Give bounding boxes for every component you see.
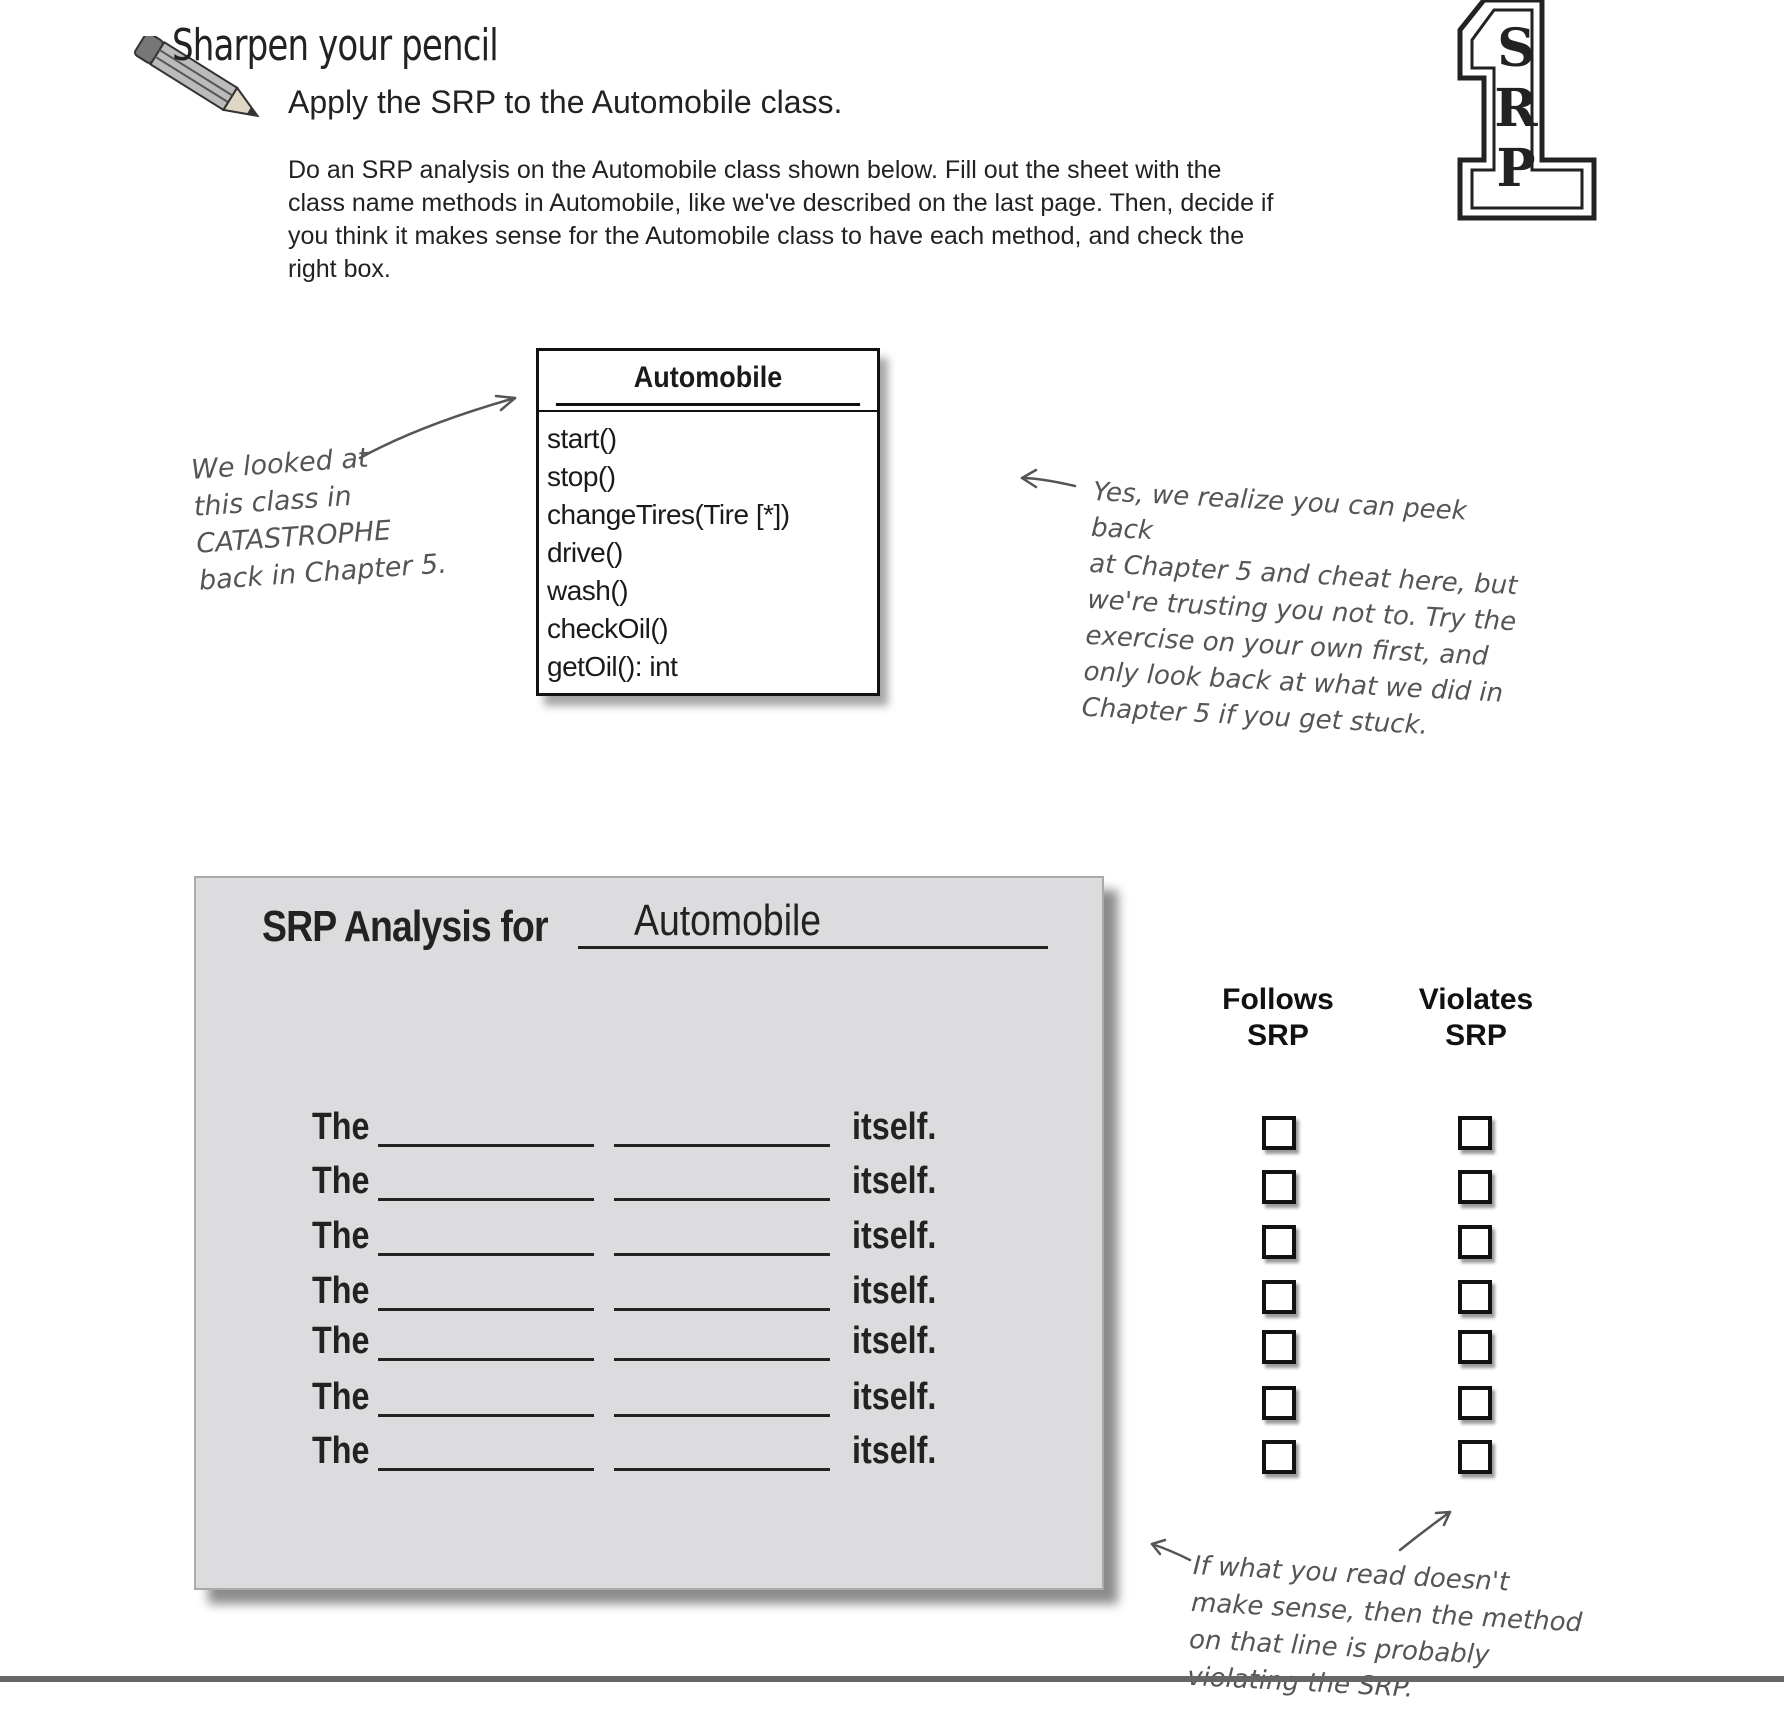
analysis-row: The itself. — [312, 1215, 952, 1263]
uml-method: getOil(): int — [547, 651, 678, 682]
analysis-row: The itself. — [312, 1270, 952, 1318]
logo-letter-p: P — [1496, 138, 1535, 199]
row-suffix: itself. — [852, 1376, 937, 1418]
violates-srp-checkbox[interactable] — [1458, 1386, 1492, 1420]
row-suffix: itself. — [852, 1160, 937, 1202]
blank-class-name[interactable] — [378, 1468, 594, 1471]
row-prefix: The — [312, 1430, 370, 1472]
blank-method-name[interactable] — [614, 1468, 830, 1471]
bottom-edge-bar — [0, 1676, 1784, 1682]
row-prefix: The — [312, 1376, 370, 1418]
row-prefix: The — [312, 1320, 370, 1362]
row-suffix: itself. — [852, 1320, 937, 1362]
violates-srp-checkbox[interactable] — [1458, 1440, 1492, 1474]
violates-srp-checkbox[interactable] — [1458, 1116, 1492, 1150]
column-header-follows-srp: Follows SRP — [1222, 983, 1334, 1052]
blank-method-name[interactable] — [614, 1198, 830, 1201]
follows-srp-checkbox[interactable] — [1262, 1170, 1296, 1204]
blank-class-name[interactable] — [378, 1414, 594, 1417]
violates-srp-checkbox[interactable] — [1458, 1170, 1492, 1204]
srp-number-one-logo: S R P — [1457, 0, 1597, 221]
follows-srp-checkbox[interactable] — [1262, 1440, 1296, 1474]
follows-srp-checkbox[interactable] — [1262, 1280, 1296, 1314]
analysis-row: The itself. — [312, 1376, 952, 1424]
analysis-row: The itself. — [312, 1320, 952, 1368]
analysis-row: The itself. — [312, 1430, 952, 1478]
note-catastrophe: We looked at this class in CATASTROPHE b… — [190, 442, 448, 597]
violates-srp-checkbox[interactable] — [1458, 1225, 1492, 1259]
uml-method: wash() — [547, 575, 629, 606]
blank-class-name[interactable] — [378, 1198, 594, 1201]
blank-method-name[interactable] — [614, 1253, 830, 1256]
blank-class-name[interactable] — [378, 1144, 594, 1147]
row-prefix: The — [312, 1215, 370, 1257]
sharpen-your-pencil-title: Sharpen your pencil — [172, 20, 499, 71]
uml-method: start() — [547, 423, 617, 454]
row-suffix: itself. — [852, 1215, 937, 1257]
uml-method-list: start() stop() changeTires(Tire [*]) dri… — [539, 412, 877, 686]
note-violating-srp: If what you read doesn't make sense, the… — [1186, 1550, 1583, 1704]
srp-analysis-class-name: Automobile — [634, 896, 822, 945]
logo-letter-r: R — [1494, 78, 1538, 139]
arrow-to-card — [1150, 1542, 1192, 1562]
column-header-violates-srp: Violates SRP — [1418, 983, 1534, 1052]
exercise-subtitle: Apply the SRP to the Automobile class. — [288, 84, 843, 120]
exercise-instructions: Do an SRP analysis on the Automobile cla… — [288, 156, 1274, 283]
row-prefix: The — [312, 1160, 370, 1202]
row-suffix: itself. — [852, 1430, 937, 1472]
uml-method: drive() — [547, 537, 623, 568]
class-name-underline — [578, 946, 1048, 949]
follows-srp-checkbox[interactable] — [1262, 1225, 1296, 1259]
blank-method-name[interactable] — [614, 1144, 830, 1147]
violates-srp-checkbox[interactable] — [1458, 1330, 1492, 1364]
follows-srp-checkbox[interactable] — [1262, 1330, 1296, 1364]
uml-class-name: Automobile — [555, 351, 861, 406]
blank-class-name[interactable] — [378, 1358, 594, 1361]
uml-class-diagram: Automobile start() stop() changeTires(Ti… — [536, 348, 880, 696]
note-no-cheating: Yes, we realize you can peek back at Cha… — [1080, 476, 1519, 741]
arrow-to-uml-right — [1020, 476, 1077, 488]
row-prefix: The — [312, 1270, 370, 1312]
uml-method: stop() — [547, 461, 616, 492]
blank-class-name[interactable] — [378, 1253, 594, 1256]
blank-method-name[interactable] — [614, 1308, 830, 1311]
row-suffix: itself. — [852, 1270, 937, 1312]
follows-srp-checkbox[interactable] — [1262, 1386, 1296, 1420]
logo-letter-s: S — [1497, 18, 1535, 79]
follows-srp-checkbox[interactable] — [1262, 1116, 1296, 1150]
blank-method-name[interactable] — [614, 1358, 830, 1361]
analysis-row: The itself. — [312, 1106, 952, 1154]
blank-class-name[interactable] — [378, 1308, 594, 1311]
row-prefix: The — [312, 1106, 370, 1148]
row-suffix: itself. — [852, 1106, 937, 1148]
arrow-to-checkboxes — [1398, 1510, 1452, 1552]
uml-method: checkOil() — [547, 613, 669, 644]
violates-srp-checkbox[interactable] — [1458, 1280, 1492, 1314]
blank-method-name[interactable] — [614, 1414, 830, 1417]
analysis-row: The itself. — [312, 1160, 952, 1208]
srp-analysis-title: SRP Analysis for — [262, 902, 549, 951]
uml-method: changeTires(Tire [*]) — [547, 499, 790, 530]
